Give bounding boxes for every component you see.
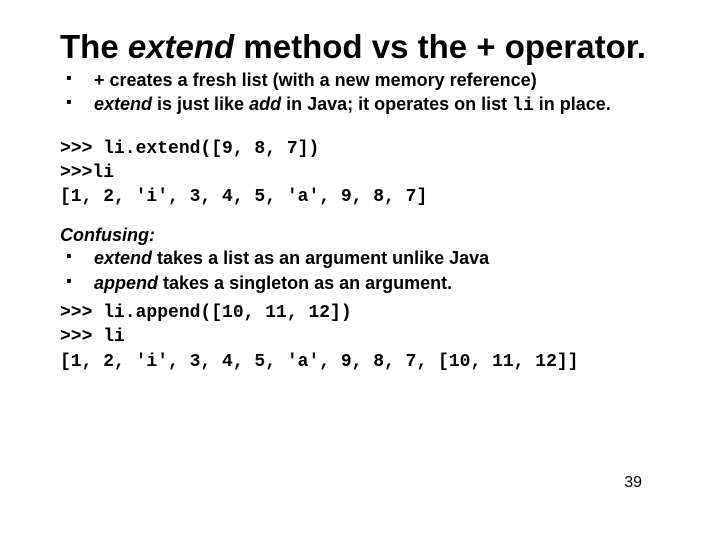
bullet-3: extend takes a list as an argument unlik… — [60, 246, 670, 270]
bullet-list-1: + creates a fresh list (with a new memor… — [60, 68, 670, 119]
slide-title: The extend method vs the + operator. — [60, 28, 670, 66]
title-plus: + — [476, 28, 495, 65]
title-post: operator. — [496, 28, 646, 65]
bullet-1: + creates a fresh list (with a new memor… — [60, 68, 670, 92]
bullet-2-extend: extend — [94, 94, 152, 114]
code-block-2: >>> li.append([10, 11, 12]) >>> li [1, 2… — [60, 301, 670, 374]
bullet-list-2: extend takes a list as an argument unlik… — [60, 246, 670, 295]
title-mid: method vs the — [234, 28, 476, 65]
bullet-3-extend: extend — [94, 248, 152, 268]
page-number: 39 — [624, 474, 642, 492]
bullet-1-plus: + — [94, 70, 105, 90]
code-block-1: >>> li.extend([9, 8, 7]) >>>li [1, 2, 'i… — [60, 137, 670, 210]
bullet-2-li: li — [512, 96, 534, 116]
bullet-4-rest: takes a singleton as an argument. — [158, 273, 452, 293]
bullet-4-append: append — [94, 273, 158, 293]
bullet-3-rest: takes a list as an argument unlike Java — [152, 248, 489, 268]
bullet-1-text: creates a fresh list (with a new memory … — [105, 70, 537, 90]
bullet-2-add: add — [249, 94, 286, 114]
bullet-2-t1: is just like — [152, 94, 249, 114]
bullet-2: extend is just like add in Java; it oper… — [60, 92, 670, 118]
bullet-2-t2: in Java; it operates on list — [286, 94, 512, 114]
confusing-heading: Confusing: — [60, 225, 670, 246]
confusing-section: Confusing: extend takes a list as an arg… — [60, 225, 670, 295]
bullet-4: append takes a singleton as an argument. — [60, 271, 670, 295]
title-pre: The — [60, 28, 128, 65]
title-extend: extend — [128, 28, 234, 65]
bullet-2-t3: in place. — [534, 94, 611, 114]
